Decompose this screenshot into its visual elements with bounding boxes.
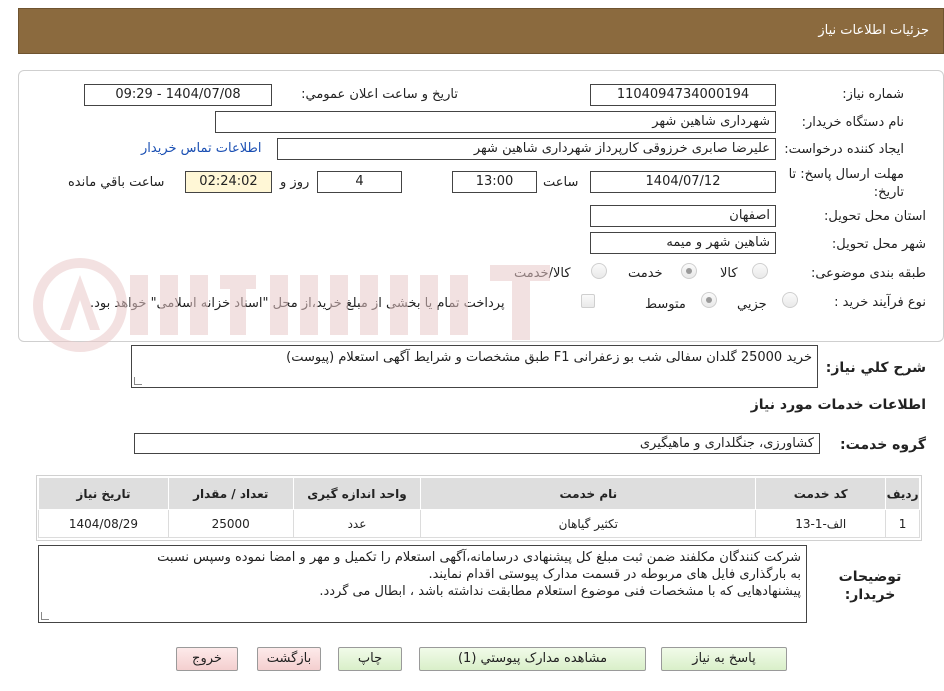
city-field: شاهین شهر و میمه [590, 232, 776, 254]
print-button[interactable]: چاپ [338, 647, 402, 671]
category-radio-goods[interactable] [752, 263, 768, 279]
deadline-label: مهلت ارسال پاسخ: تا تاريخ: [788, 167, 904, 200]
category-radio-goods-service[interactable] [591, 263, 607, 279]
buyer-org-label: نام دستگاه خريدار: [801, 115, 904, 130]
col-service-name: نام خدمت [420, 477, 757, 510]
service-group-label: گروه خدمت: [840, 437, 926, 453]
view-attachments-button[interactable]: مشاهده مدارک پیوستي (1) [419, 647, 646, 671]
need-number-label: شماره نیاز: [842, 87, 904, 102]
remaining-label: ساعت باقي مانده [68, 175, 165, 190]
announce-datetime-field: 1404/07/08 - 09:29 [84, 84, 272, 106]
buyer-notes-label: توضيحات خريدار: [838, 569, 902, 603]
page-header: جزئیات اطلاعات نیاز [18, 8, 944, 54]
province-label: استان محل تحویل: [824, 209, 926, 224]
process-option-medium: متوسط [645, 297, 686, 312]
description-label: شرح كلي نياز: [825, 360, 926, 376]
cell-need-date: 1404/08/29 [38, 509, 169, 538]
buyer-notes-textarea: شرکت کنندگان مکلفند ضمن ثبت مبلغ کل پیشن… [38, 545, 807, 623]
days-field: 4 [317, 171, 402, 193]
col-unit: واحد اندازه گيری [292, 477, 422, 510]
col-row: رديف [885, 477, 920, 510]
province-field: اصفهان [590, 205, 776, 227]
category-label: طبقه بندی موضوعی: [810, 266, 926, 281]
category-option-goods: كالا [720, 266, 738, 281]
cell-quantity: 25000 [167, 509, 294, 538]
col-quantity: تعداد / مقدار [167, 477, 294, 510]
buyer-notes-line-2: به بارگذاری فایل های مربوطه در قسمت مدار… [428, 567, 801, 582]
announce-label: تاریخ و ساعت اعلان عمومي: [301, 87, 458, 102]
cell-service-name: تکثیر گیاهان [420, 509, 757, 538]
description-textarea: خرید 25000 گلدان سفالی شب بو زعفرانی F1 … [131, 345, 818, 388]
city-label: شهر محل تحویل: [831, 237, 926, 252]
category-option-service: خدمت [628, 266, 663, 281]
days-label: روز و [280, 175, 310, 190]
table-row: 1 الف-1-13 تکثیر گیاهان عدد 25000 1404/0… [38, 509, 920, 538]
description-text: خرید 25000 گلدان سفالی شب بو زعفرانی F1 … [286, 350, 812, 365]
need-number-field: 1104094734000194 [590, 84, 776, 106]
back-button[interactable]: بازگشت [257, 647, 321, 671]
creator-label: ايجاد كننده درخواست: [784, 142, 904, 157]
service-group-field: کشاورزی، جنگلداری و ماهیگیری [134, 433, 820, 454]
page-title: جزئیات اطلاعات نیاز [818, 23, 929, 38]
process-option-minor: جزيي [737, 297, 767, 312]
col-service-code: كد خدمت [755, 477, 887, 510]
resize-grip-icon [41, 612, 49, 620]
deadline-time-field: 13:00 [452, 171, 537, 193]
deadline-time-label: ساعت [543, 175, 579, 190]
col-need-date: تاريخ نياز [38, 477, 169, 510]
buyer-contact-link[interactable]: اطلاعات تماس خريدار [141, 141, 261, 156]
resize-grip-icon [134, 377, 142, 385]
creator-field: علیرضا صابری خرزوقی کارپرداز شهرداری شاه… [277, 138, 776, 160]
cell-row: 1 [885, 509, 920, 538]
cell-service-code: الف-1-13 [755, 509, 887, 538]
deadline-date-field: 1404/07/12 [590, 171, 776, 193]
exit-button[interactable]: خروج [176, 647, 238, 671]
buyer-notes-line-1: شرکت کنندگان مکلفند ضمن ثبت مبلغ کل پیشن… [157, 550, 801, 565]
services-section-title: اطلاعات خدمات مورد نياز [750, 397, 926, 413]
buyer-notes-line-3: پیشنهادهایی که با مشخصات فنی موضوع استعل… [319, 584, 801, 599]
cell-unit: عدد [292, 509, 422, 538]
category-option-goods-service: كالا/خدمت [514, 266, 571, 281]
treasury-payment-checkbox[interactable] [581, 294, 595, 308]
treasury-payment-note: پرداخت تمام يا بخشی از مبلغ خريد،از محل … [90, 296, 505, 311]
remaining-time-field: 02:24:02 [185, 171, 272, 193]
category-radio-service[interactable] [681, 263, 697, 279]
process-radio-medium[interactable] [701, 292, 717, 308]
table-header-row: رديف كد خدمت نام خدمت واحد اندازه گيری ت… [38, 477, 920, 510]
services-table: رديف كد خدمت نام خدمت واحد اندازه گيری ت… [38, 477, 920, 538]
process-radio-minor[interactable] [782, 292, 798, 308]
buyer-org-field: شهرداری شاهین شهر [215, 111, 776, 133]
process-label: نوع فرآيند خريد : [834, 295, 926, 310]
reply-button[interactable]: پاسخ به نياز [661, 647, 787, 671]
